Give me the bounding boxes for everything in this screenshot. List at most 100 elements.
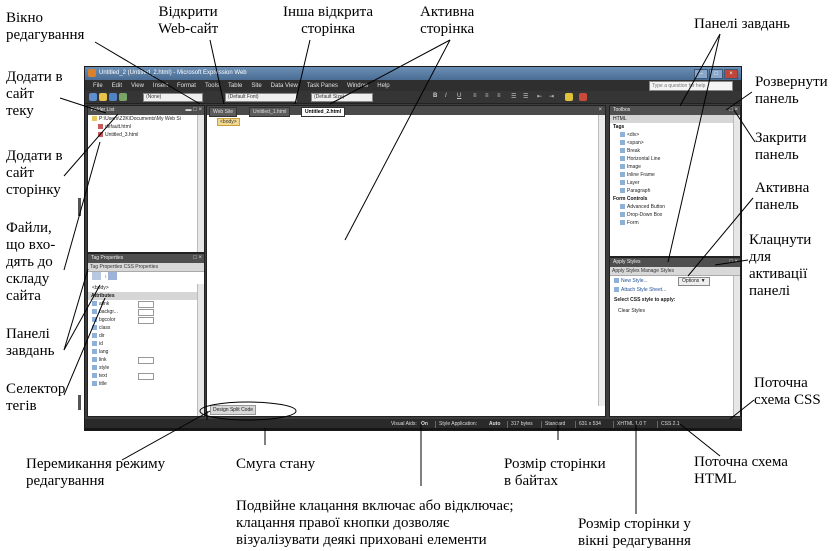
attr-row[interactable]: alink [88,300,204,308]
size-combo[interactable]: (Default Size) [311,93,373,102]
style-combo[interactable]: (None) [143,93,203,102]
maximize-panel-icon[interactable]: □ [193,107,197,113]
folder-add-icon[interactable]: ▬ [186,107,192,113]
css-schema[interactable]: CSS 2.1 [661,419,680,430]
font-combo[interactable]: (Default Font) [225,93,297,102]
menu-view[interactable]: View [131,83,144,89]
tab-untitled-1[interactable]: Untitled_1.html [249,107,291,117]
view-mode-buttons[interactable]: Design Split Code [210,405,257,415]
attr-row[interactable]: style [88,364,204,372]
attr-row[interactable]: id [88,340,204,348]
attr-row[interactable]: title [88,380,204,388]
attr-row[interactable]: lang [88,348,204,356]
clear-styles-item[interactable]: Clear Styles [610,307,740,315]
attr-row[interactable]: bgcolor [88,316,204,324]
toolbox-item[interactable]: Layer [610,179,740,187]
font-color-icon[interactable] [579,93,587,101]
file-item[interactable]: Untitled_3.html [88,131,204,139]
toolbox-item[interactable]: Advanced Button [610,203,740,211]
categorize-icon[interactable] [92,272,101,280]
help-question-input[interactable]: Type a question for help [649,81,733,91]
toolbox-item[interactable]: Form [610,219,740,227]
tab-web-site[interactable]: Web Site [209,107,238,117]
toolbox-group-tags[interactable]: Tags [610,123,740,131]
toolbox-item[interactable]: <span> [610,139,740,147]
visual-aids-label[interactable]: Visual Aids: [391,419,417,430]
highlight-icon[interactable] [565,93,573,101]
toolbox-item[interactable]: Image [610,163,740,171]
html-schema[interactable]: XHTML 1.0 T [617,419,646,430]
align-center-icon[interactable]: ≡ [485,93,489,99]
menu-help[interactable]: Help [377,83,389,89]
apply-styles-tabs[interactable]: Apply Styles Manage Styles [610,267,740,276]
menu-insert[interactable]: Insert [153,83,168,89]
web-icon[interactable] [119,93,127,101]
file-item[interactable]: default.html [88,123,204,131]
menu-edit[interactable]: Edit [112,83,122,89]
maximize-panel-icon[interactable]: □ [729,107,733,113]
align-left-icon[interactable]: ≡ [473,93,477,99]
toolbox-item[interactable]: <div> [610,131,740,139]
menu-format[interactable]: Format [177,83,196,89]
menu-tools[interactable]: Tools [205,83,219,89]
scrollbar[interactable] [733,276,740,416]
visual-aids-value[interactable]: On [421,419,428,430]
menu-site[interactable]: Site [251,83,261,89]
underline-icon[interactable]: U [457,93,461,99]
attr-row[interactable]: link [88,356,204,364]
menu-window[interactable]: Window [347,83,368,89]
toolbox-item[interactable]: Horizontal Line [610,155,740,163]
page-dimensions[interactable]: 631 x 534 [579,419,601,430]
scrollbar[interactable] [733,115,740,256]
new-page-icon[interactable] [89,93,97,101]
style-application-label[interactable]: Style Application: [439,419,477,430]
toolbox-item[interactable]: Inline Frame [610,171,740,179]
close-panel-icon[interactable]: × [734,107,738,113]
scrollbar[interactable] [197,284,204,416]
tag-selector[interactable]: <body> [217,118,240,126]
maximize-panel-icon[interactable]: □ [193,255,197,261]
close-panel-icon[interactable]: × [734,259,738,265]
menu-task-panes[interactable]: Task Panes [307,83,338,89]
options-button[interactable]: Options ▼ [678,277,710,286]
sort-icon[interactable]: ↓ [104,273,107,279]
show-set-icon[interactable] [108,272,118,280]
menu-file[interactable]: File [93,83,103,89]
attr-row[interactable]: backgr... [88,308,204,316]
minimize-button[interactable]: – [694,69,708,79]
close-window-button[interactable]: × [724,69,738,79]
outdent-icon[interactable]: ⇥ [549,93,554,100]
indent-icon[interactable]: ⇤ [537,93,542,100]
scrollbar[interactable] [197,115,204,252]
editing-window[interactable]: Web Site Untitled_1.html Untitled_2.html… [206,105,606,417]
attributes-group[interactable]: Attributes [88,292,204,300]
bold-icon[interactable]: B [433,93,437,99]
attr-row[interactable]: text [88,372,204,380]
close-document-icon[interactable]: × [598,106,602,115]
close-panel-icon[interactable]: × [198,107,202,113]
toolbox-group-forms[interactable]: Form Controls [610,195,740,203]
toolbox-group-html[interactable]: HTML [610,115,740,123]
new-style-link[interactable]: New Style... [621,278,648,284]
maximize-button[interactable]: □ [709,69,723,79]
document-scrollbar[interactable] [598,115,605,406]
close-panel-icon[interactable]: × [198,255,202,261]
save-icon[interactable] [109,93,117,101]
tab-untitled-2[interactable]: Untitled_2.html [301,107,346,117]
italic-icon[interactable]: I [445,93,447,99]
toolbox-item[interactable]: Paragraph [610,187,740,195]
open-icon[interactable] [99,93,107,101]
maximize-panel-icon[interactable]: □ [729,259,733,265]
attr-row[interactable]: dir [88,332,204,340]
style-application-value[interactable]: Auto [489,419,500,430]
tag-properties-tabs[interactable]: Tag Properties CSS Properties [88,263,204,272]
attr-row[interactable]: class [88,324,204,332]
menu-table[interactable]: Table [228,83,242,89]
toolbox-item[interactable]: Break [610,147,740,155]
toolbox-item[interactable]: Drop-Down Box [610,211,740,219]
site-root-path[interactable]: P:\Users\Z2K\Documents\My Web Si [88,115,204,123]
bullets-icon[interactable]: ☰ [523,93,528,100]
align-right-icon[interactable]: ≡ [497,93,501,99]
menu-data-view[interactable]: Data View [271,83,298,89]
numbering-icon[interactable]: ☰ [511,93,516,100]
